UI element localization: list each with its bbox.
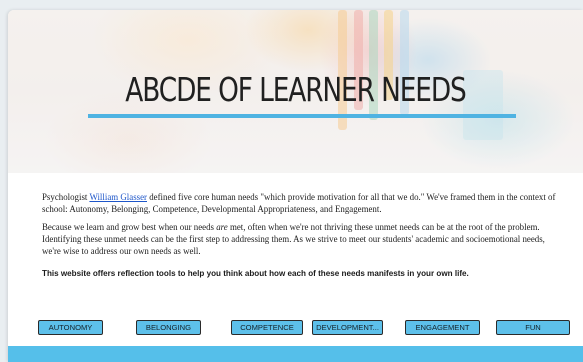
web-page: ABCDE OF LEARNER NEEDS Psychologist Will… — [8, 10, 583, 362]
hero-banner: ABCDE OF LEARNER NEEDS — [8, 10, 583, 173]
footer-band — [8, 346, 583, 362]
autonomy-button[interactable]: AUTONOMY — [38, 320, 103, 335]
intro-paragraph-1: Psychologist William Glasser defined fiv… — [42, 192, 556, 215]
developmental-button[interactable]: DEVELOPMENT... — [312, 320, 383, 335]
intro-content: Psychologist William Glasser defined fiv… — [42, 191, 562, 286]
page-title: ABCDE OF LEARNER NEEDS — [125, 70, 467, 109]
title-underline — [88, 114, 516, 118]
intro-paragraph-2: Because we learn and grow best when our … — [42, 221, 545, 257]
william-glasser-link[interactable]: William Glasser — [89, 192, 147, 202]
intro-paragraph-3: This website offers reflection tools to … — [42, 269, 469, 279]
competence-button[interactable]: COMPETENCE — [231, 320, 303, 335]
belonging-button[interactable]: BELONGING — [136, 320, 201, 335]
engagement-button[interactable]: ENGAGEMENT — [405, 320, 480, 335]
needs-button-row: AUTONOMY BELONGING COMPETENCE DEVELOPMEN… — [38, 320, 570, 336]
fun-button[interactable]: FUN — [496, 320, 570, 335]
